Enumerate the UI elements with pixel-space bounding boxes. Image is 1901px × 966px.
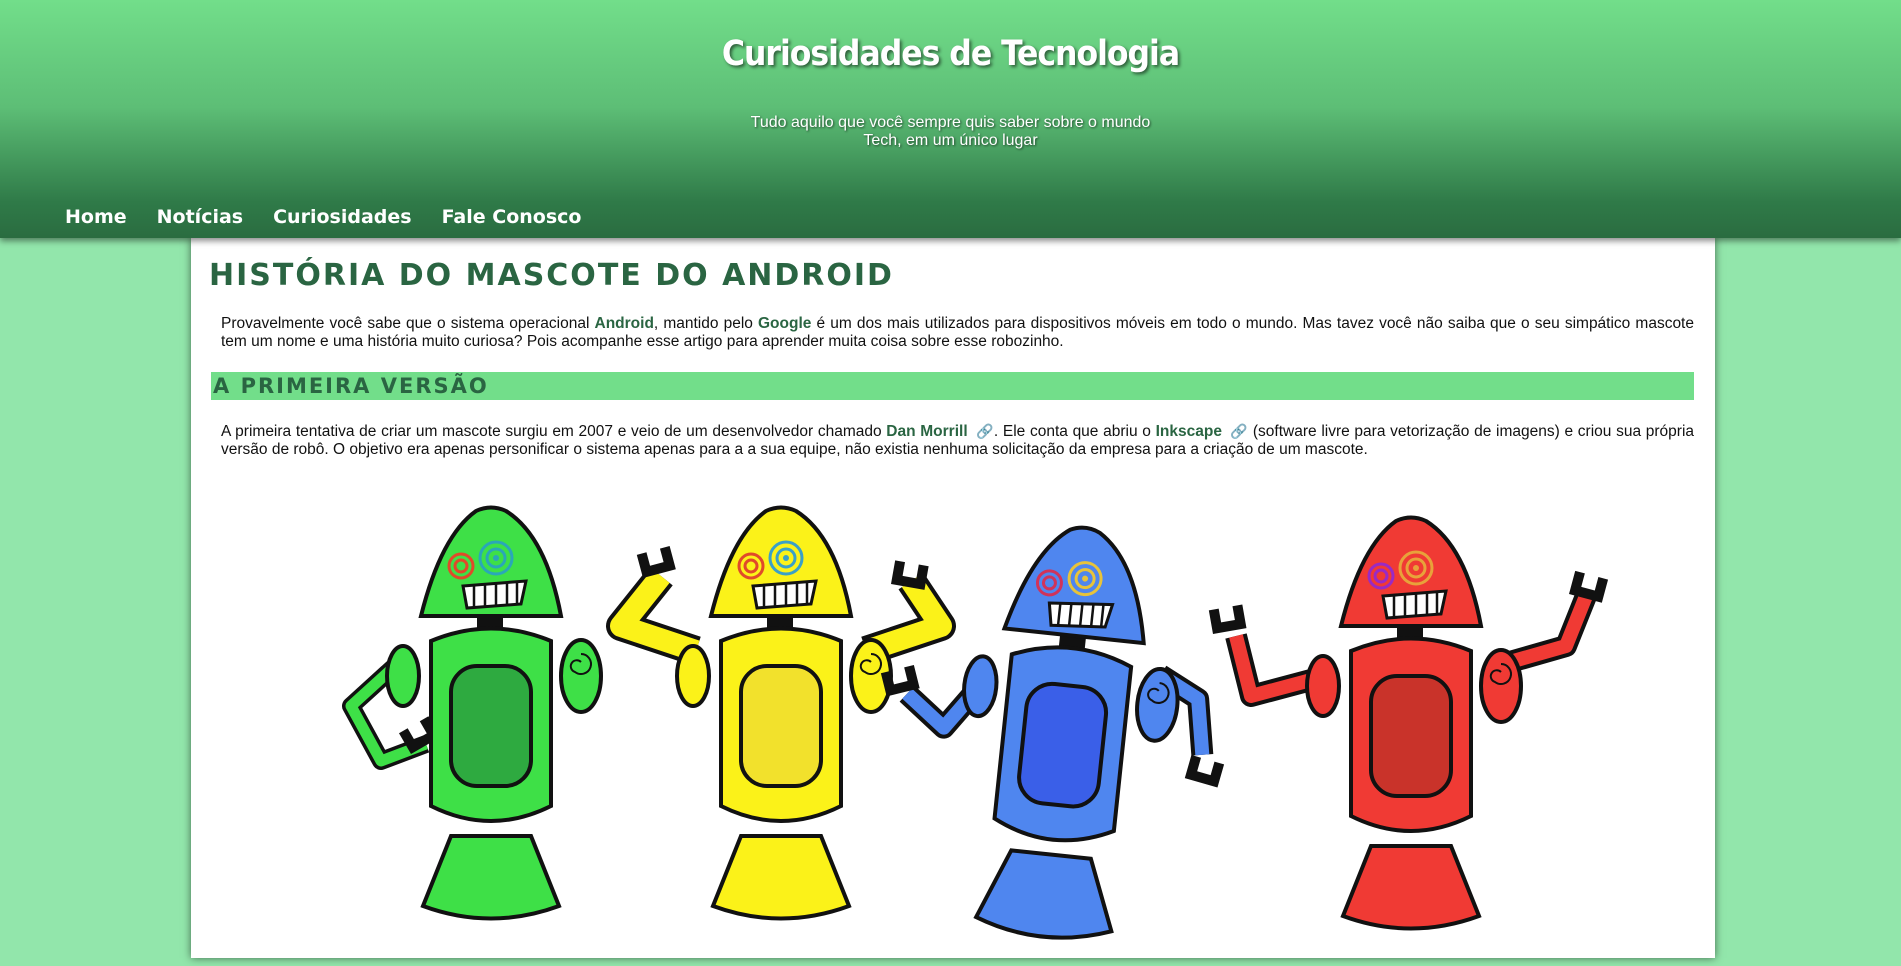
site-subtitle: Tudo aquilo que você sempre quis saber s… [0,114,1901,150]
article-title: História do Mascote do Android [209,258,894,293]
robot-yellow [606,505,956,921]
link-icon: 🔗 [975,423,994,439]
section-title-primeira-versao: A primeira versão [211,372,1694,400]
android-robot-mascots-image [342,505,1609,951]
intro-paragraph: Provavelmente você sabe que o sistema op… [221,315,1694,351]
site-header: Curiosidades de Tecnologia Tudo aquilo q… [0,0,1901,238]
android-link[interactable]: Android [595,315,654,332]
subtitle-line-1: Tudo aquilo que você sempre quis saber s… [750,114,1151,131]
main-nav: Home Notícias Curiosidades Fale Conosco [65,206,581,228]
google-link[interactable]: Google [758,315,811,332]
dan-morrill-link[interactable]: Dan Morrill [886,423,967,440]
section1-text-2: . Ele conta que abriu o [993,423,1156,440]
robot-green [342,505,603,921]
intro-text-1: Provavelmente você sabe que o sistema op… [221,315,595,332]
section1-text-1: A primeira tentativa de criar um mascote… [221,423,887,440]
subtitle-line-2: Tech, em um único lugar [863,132,1038,149]
robot-red [1208,515,1609,931]
intro-text-2: , mantido pelo [653,315,758,332]
site-title: Curiosidades de Tecnologia [721,34,1180,74]
nav-noticias[interactable]: Notícias [157,206,243,228]
inkscape-link[interactable]: Inkscape [1156,423,1222,440]
robot-blue [880,514,1225,951]
section1-paragraph: A primeira tentativa de criar um mascote… [221,422,1694,459]
nav-home[interactable]: Home [65,206,127,228]
nav-curiosidades[interactable]: Curiosidades [273,206,411,228]
article-container: História do Mascote do Android Provavelm… [191,238,1715,958]
link-icon: 🔗 [1229,423,1249,439]
nav-fale-conosco[interactable]: Fale Conosco [442,206,582,228]
